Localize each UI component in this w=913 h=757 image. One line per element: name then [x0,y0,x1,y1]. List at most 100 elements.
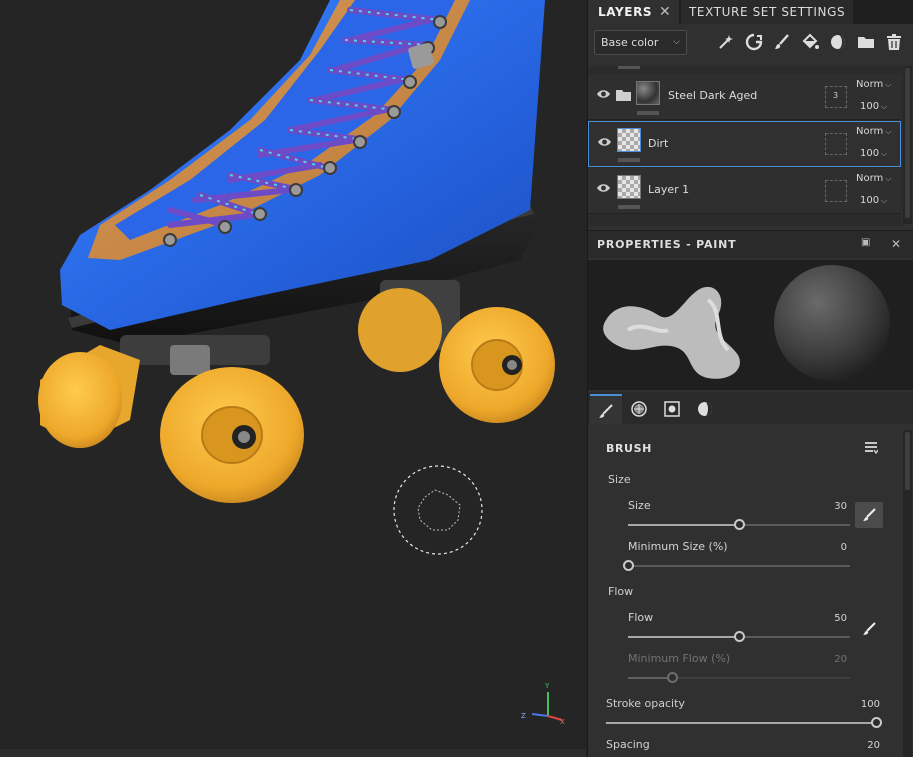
viewport-bottom-strip [0,749,586,757]
flow-slider-fill [628,636,739,638]
brush-section-title: BRUSH [606,442,652,455]
eye-icon[interactable] [597,136,612,148]
3d-viewport[interactable]: Y Z X [0,0,586,757]
blend-mode-dropdown[interactable]: Norm ⌵ [856,79,891,90]
spacing-label: Spacing [606,738,650,751]
min-size-slider-track[interactable] [628,565,850,567]
tab-texture-set-label: TEXTURE SET SETTINGS [689,5,846,19]
size-slider-fill [628,524,739,526]
size-label: Size [628,499,651,512]
stroke-opacity-label: Stroke opacity [606,697,685,710]
layer-thumbnail [617,128,641,152]
brush-stroke-preview [603,286,740,379]
chevron-down-icon: ⌵ [885,80,892,89]
properties-header: PROPERTIES - PAINT ▣ ✕ [588,230,913,258]
channel-dropdown[interactable]: Base color ⌵ [594,30,687,55]
opacity-dropdown[interactable]: 100 ⌵ [860,195,887,206]
layer-list: Steel Dark Aged 3 Norm ⌵ 100 ⌵ Dirt Norm ⌵ … [588,66,902,226]
size-value[interactable]: 30 [807,501,847,512]
min-flow-slider-knob[interactable] [666,672,678,683]
layer-name: Layer 1 [648,183,690,196]
properties-scrollbar[interactable] [903,430,912,757]
menu-icon[interactable] [864,441,878,455]
stencil-tab-icon[interactable] [656,394,688,424]
chevron-down-icon: ⌵ [881,149,888,158]
flow-slider-knob[interactable] [733,631,745,642]
fill-bucket-icon[interactable] [800,32,820,52]
blend-mode-dropdown[interactable]: Norm ⌵ [856,126,891,137]
blend-mode-value: Norm [856,126,884,137]
eye-icon[interactable] [596,182,611,194]
layer-name: Dirt [648,137,669,150]
min-size-value[interactable]: 0 [807,542,847,553]
scrollbar-thumb[interactable] [905,68,910,218]
flow-value[interactable]: 50 [807,613,847,624]
alpha-tab-icon[interactable] [689,394,721,424]
layer-list-scrollbar[interactable] [903,66,912,224]
min-flow-slider-track[interactable] [628,677,850,679]
pen-pressure-flow-button[interactable] [855,616,883,642]
blend-mode-value: Norm [856,173,884,184]
stroke-opacity-slider-track[interactable] [606,722,876,724]
opacity-dropdown[interactable]: 100 ⌵ [860,101,887,112]
flow-label: Flow [628,611,654,624]
brush-preview [588,260,913,390]
add-effect-icon[interactable] [716,32,736,52]
layer-underbar [618,158,640,162]
layer-underbar [637,111,659,115]
min-flow-value[interactable]: 20 [807,654,847,665]
brush-settings-panel: BRUSH Size Size 30 Minimum Size (%) 0 Fl… [588,424,913,757]
min-flow-label: Minimum Flow (%) [628,652,731,665]
axis-x-label: X [560,718,565,726]
stroke-opacity-slider-knob[interactable] [870,717,882,728]
trash-icon[interactable] [884,32,904,52]
layer-row-layer-1[interactable]: Layer 1 Norm ⌵ 100 ⌵ [588,168,901,214]
size-slider-knob[interactable] [733,519,745,530]
chevron-down-icon: ⌵ [881,196,888,205]
opacity-dropdown[interactable]: 100 ⌵ [860,148,887,159]
folder-icon[interactable] [856,32,876,52]
layer-underbar [618,205,640,209]
detach-icon[interactable]: ▣ [861,237,870,248]
layer-row-steel-dark-aged[interactable]: Steel Dark Aged 3 Norm ⌵ 100 ⌵ [588,74,901,120]
chevron-down-icon: ⌵ [673,37,680,47]
mask-count-badge: 3 [833,91,839,100]
opacity-value: 100 [860,148,880,159]
opacity-value: 100 [860,101,880,112]
tab-layers[interactable]: LAYERS ✕ [588,0,679,24]
flow-group-label: Flow [608,585,634,598]
tab-texture-set-settings[interactable]: TEXTURE SET SETTINGS [681,0,853,24]
chevron-down-icon: ⌵ [885,174,892,183]
eye-icon[interactable] [596,88,611,100]
close-icon[interactable]: ✕ [891,237,901,251]
stroke-opacity-slider-fill [606,722,876,724]
mask-icon[interactable] [828,32,848,52]
add-fill-icon[interactable] [744,32,764,52]
axis-y-label: Y [545,682,550,690]
min-size-slider-knob[interactable] [622,560,634,571]
stroke-opacity-value[interactable]: 100 [840,699,880,710]
min-size-label: Minimum Size (%) [628,540,728,553]
spacing-value[interactable]: 20 [840,740,880,751]
blend-mode-dropdown[interactable]: Norm ⌵ [856,173,891,184]
layer-row-dirt[interactable]: Dirt Norm ⌵ 100 ⌵ [588,121,901,167]
pen-pressure-size-button[interactable] [855,502,883,528]
roller-skate-model[interactable] [0,0,586,757]
brush-tab-icon[interactable] [590,394,622,424]
panel-tabs: LAYERS ✕ TEXTURE SET SETTINGS [588,0,913,24]
properties-title: PROPERTIES - PAINT [597,238,737,251]
close-icon[interactable]: ✕ [659,0,671,24]
mask-slot[interactable] [825,133,847,155]
blend-mode-value: Norm [856,79,884,90]
size-group-label: Size [608,473,631,486]
material-sphere-preview [774,265,890,381]
tab-layers-label: LAYERS [598,5,653,19]
material-tab-icon[interactable] [623,394,655,424]
mask-slot[interactable] [825,180,847,202]
scrollbar-thumb[interactable] [905,432,910,490]
add-paint-icon[interactable] [772,32,792,52]
pen-pressure-icon [863,508,876,521]
pen-pressure-icon [863,622,876,635]
channel-dropdown-value: Base color [601,36,659,49]
folder-icon [616,90,631,101]
